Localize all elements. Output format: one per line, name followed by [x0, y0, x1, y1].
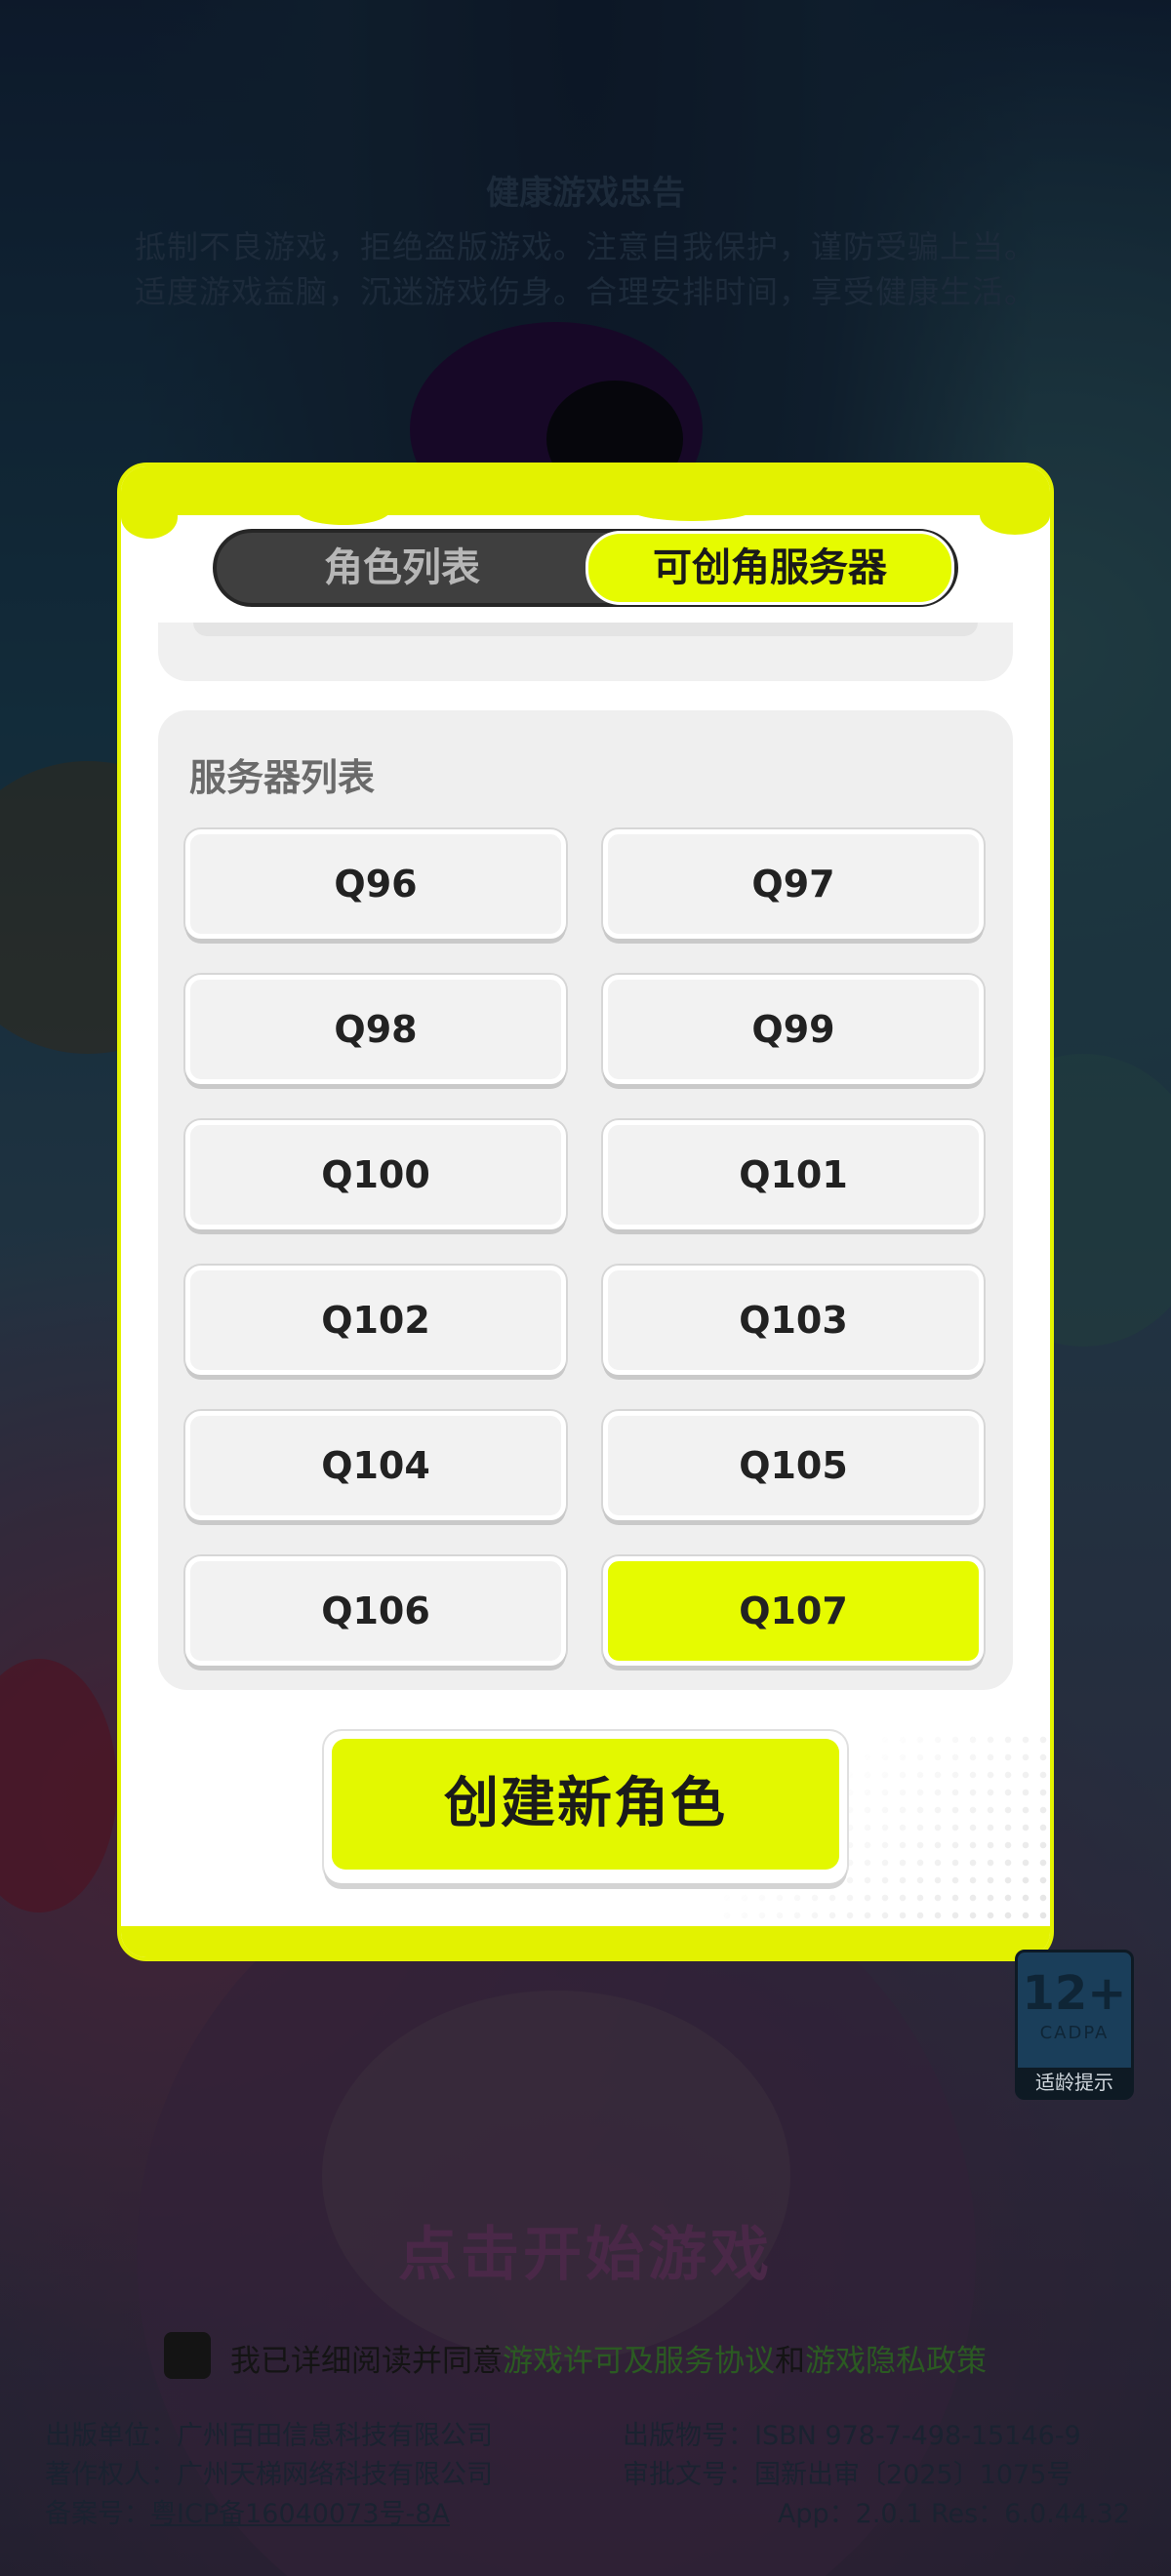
slime-drip: [628, 496, 755, 521]
server-button[interactable]: Q105: [603, 1411, 984, 1520]
modal-top-band: [121, 466, 1050, 515]
create-new-role-label: 创建新角色: [332, 1739, 839, 1870]
server-list-panel: 服务器列表 Q96 Q97 Q98 Q99 Q100 Q101 Q102 Q103 Q104 Q1…: [158, 710, 1013, 1690]
agreement-checkbox[interactable]: [164, 2332, 211, 2379]
agreement-text: 我已详细阅读并同意游戏许可及服务协议和游戏隐私政策: [230, 2336, 987, 2380]
server-button[interactable]: Q97: [603, 829, 984, 939]
filing-prefix: 备案号：: [45, 2499, 150, 2529]
filing-number: 备案号：粤ICP备16040073号-8A: [45, 2492, 450, 2530]
server-button[interactable]: Q104: [185, 1411, 566, 1520]
age-rating-number: 12+: [1022, 1966, 1127, 2021]
agreement-prefix: 我已详细阅读并同意: [230, 2344, 503, 2379]
slime-drip: [297, 496, 390, 525]
slime-drip: [121, 496, 178, 539]
service-agreement-link[interactable]: 游戏许可及服务协议: [503, 2344, 775, 2379]
server-button[interactable]: Q103: [603, 1266, 984, 1375]
publication-number: 出版物号：ISBN 978-7-498-15146-9: [623, 2421, 1081, 2451]
health-notice-line: 抵制不良游戏，拒绝盗版游戏。注意自我保护，谨防受骗上当。: [134, 228, 1036, 265]
publisher-text: 出版单位：广州百田信息科技有限公司: [45, 2421, 493, 2451]
server-button[interactable]: Q96: [185, 829, 566, 939]
server-select-modal: 角色列表 可创角服务器 服务器列表 Q96 Q97 Q98 Q99 Q100 Q101 Q1…: [121, 466, 1050, 1957]
tab-role-list[interactable]: 角色列表: [217, 533, 587, 603]
create-new-role-button[interactable]: 创建新角色: [324, 1731, 847, 1883]
version-text: App：2.0.1 Res：6.0.44.32: [777, 2499, 1130, 2529]
agreement-and: 和: [775, 2344, 805, 2379]
age-rating-tip: 适龄提示: [1018, 2068, 1131, 2097]
server-button[interactable]: Q98: [185, 975, 566, 1084]
copyright-owner-text: 著作权人：广州天梯网络科技有限公司: [45, 2460, 493, 2490]
tab-creatable-servers[interactable]: 可创角服务器: [586, 531, 954, 605]
server-button[interactable]: Q107: [603, 1556, 984, 1666]
tab-switcher: 角色列表 可创角服务器: [213, 529, 958, 607]
role-list-panel-edge: [158, 623, 1013, 681]
server-button[interactable]: Q106: [185, 1556, 566, 1666]
modal-bottom-band: [121, 1926, 1050, 1957]
slime-drip: [980, 496, 1050, 535]
approval-number: 审批文号：国新出审〔2025〕1075号: [623, 2460, 1073, 2490]
server-button[interactable]: Q99: [603, 975, 984, 1084]
tap-to-start-text[interactable]: 点击开始游戏: [0, 2207, 1171, 2292]
role-list-scroll-edge: [193, 623, 978, 636]
server-list-title: 服务器列表: [189, 756, 376, 799]
filing-link[interactable]: 粤ICP备16040073号-8A: [150, 2499, 450, 2529]
privacy-policy-link[interactable]: 游戏隐私政策: [805, 2344, 987, 2379]
age-rating-badge[interactable]: 12+ CADPA 适龄提示: [1015, 1950, 1134, 2100]
server-button[interactable]: Q102: [185, 1266, 566, 1375]
age-rating-org: CADPA: [1039, 2023, 1110, 2043]
server-button[interactable]: Q101: [603, 1120, 984, 1229]
health-notice-line: 适度游戏益脑，沉迷游戏伤身。合理安排时间，享受健康生活。: [134, 273, 1036, 310]
health-notice-title: 健康游戏忠告: [486, 174, 685, 213]
server-button[interactable]: Q100: [185, 1120, 566, 1229]
